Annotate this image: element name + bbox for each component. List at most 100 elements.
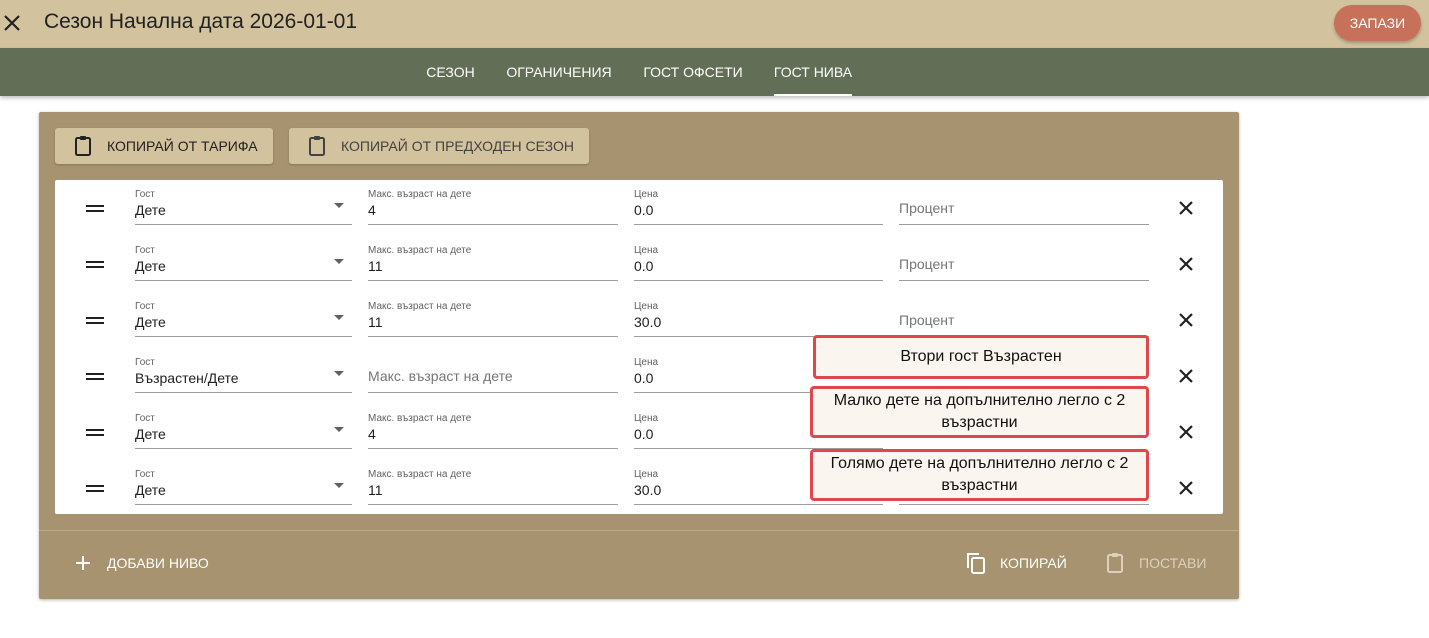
max-child-age-value: 11 — [368, 482, 383, 498]
copy-from-rate-button[interactable]: КОПИРАЙ ОТ ТАРИФА — [55, 128, 273, 164]
dropdown-arrow-icon — [334, 483, 344, 488]
price-value: 0.0 — [634, 426, 654, 442]
tab-season[interactable]: СЕЗОН — [426, 48, 475, 96]
price-field[interactable]: Цена 30.0 — [634, 298, 883, 337]
remove-level-close-icon[interactable] — [1175, 309, 1197, 331]
annotation-callout: Втори гост Възрастен — [813, 335, 1149, 379]
remove-level-close-icon[interactable] — [1175, 197, 1197, 219]
copy-from-prev-season-label: КОПИРАЙ ОТ ПРЕДХОДЕН СЕЗОН — [341, 138, 574, 154]
guest-levels-card: КОПИРАЙ ОТ ТАРИФА КОПИРАЙ ОТ ПРЕДХОДЕН С… — [39, 112, 1239, 599]
guest-label: Гост — [135, 357, 155, 368]
guest-label: Гост — [135, 469, 155, 480]
price-label: Цена — [634, 413, 659, 424]
max-child-age-label: Макс. възраст на дете — [368, 413, 472, 424]
guest-label: Гост — [135, 301, 155, 312]
close-icon[interactable] — [0, 8, 24, 38]
clipboard-icon — [71, 134, 95, 158]
price-value: 0.0 — [634, 202, 654, 218]
guest-select[interactable]: Гост Дете — [135, 410, 352, 449]
guest-value: Възрастен/Дете — [135, 370, 239, 386]
drag-handle-icon[interactable] — [86, 370, 104, 382]
drag-handle-icon[interactable] — [86, 482, 104, 494]
guest-select[interactable]: Гост Възрастен/Дете — [135, 354, 352, 393]
guest-value: Дете — [135, 482, 166, 498]
tab-guest-levels[interactable]: ГОСТ НИВА — [774, 48, 852, 96]
max-child-age-label: Макс. възраст на дете — [368, 245, 472, 256]
clipboard-icon — [1103, 551, 1127, 575]
guest-value: Дете — [135, 202, 166, 218]
guest-select[interactable]: Гост Дете — [135, 242, 352, 281]
max-child-age-field[interactable]: Макс. възраст на дете 11 — [368, 298, 618, 337]
price-label: Цена — [634, 301, 659, 312]
divider — [39, 530, 1239, 531]
guest-levels-list: Гост Дете Макс. възраст на дете 4 Цена 0… — [55, 180, 1223, 514]
page-title: Сезон Начална дата 2026-01-01 — [44, 10, 358, 33]
price-label: Цена — [634, 189, 659, 200]
remove-level-close-icon[interactable] — [1175, 477, 1197, 499]
tab-guest-offsets[interactable]: ГОСТ ОФСЕТИ — [643, 48, 743, 96]
drag-handle-icon[interactable] — [86, 258, 104, 270]
max-child-age-label: Макс. възраст на дете — [368, 301, 472, 312]
max-child-age-value: 4 — [368, 426, 376, 442]
max-child-age-value: 11 — [368, 258, 383, 274]
table-row: Гост Дете Макс. възраст на дете 4 Цена 0… — [55, 180, 1223, 236]
dropdown-arrow-icon — [334, 259, 344, 264]
percent-field[interactable]: Процент — [899, 298, 1149, 337]
paste-button[interactable]: ПОСТАВИ — [1103, 549, 1206, 577]
plus-icon — [71, 551, 95, 575]
guest-select[interactable]: Гост Дете — [135, 186, 352, 225]
save-button[interactable]: ЗАПАЗИ — [1334, 5, 1421, 41]
max-child-age-field[interactable]: Макс. възраст на дете 4 — [368, 186, 618, 225]
price-value: 0.0 — [634, 258, 654, 274]
percent-field[interactable]: Процент — [899, 186, 1149, 225]
drag-handle-icon[interactable] — [86, 202, 104, 214]
copy-icon — [964, 551, 988, 575]
max-child-age-label: Макс. възраст на дете — [368, 189, 472, 200]
annotation-callout: Малко дете на допълнително легло с 2 въз… — [810, 386, 1149, 438]
copy-button[interactable]: КОПИРАЙ — [964, 549, 1067, 577]
drag-handle-icon[interactable] — [86, 314, 104, 326]
clipboard-icon — [305, 134, 329, 158]
tab-restrictions[interactable]: ОГРАНИЧЕНИЯ — [506, 48, 612, 96]
price-field[interactable]: Цена 0.0 — [634, 186, 883, 225]
max-child-age-value: 11 — [368, 314, 383, 330]
percent-field[interactable]: Процент — [899, 242, 1149, 281]
copy-from-prev-season-button[interactable]: КОПИРАЙ ОТ ПРЕДХОДЕН СЕЗОН — [289, 128, 589, 164]
max-child-age-value: 4 — [368, 202, 376, 218]
max-child-age-field[interactable]: Макс. възраст на дете 11 — [368, 466, 618, 505]
paste-label: ПОСТАВИ — [1139, 555, 1207, 571]
price-label: Цена — [634, 469, 659, 480]
guest-value: Дете — [135, 258, 166, 274]
percent-placeholder: Процент — [899, 256, 955, 272]
max-child-age-field[interactable]: Макс. възраст на дете 4 — [368, 410, 618, 449]
dropdown-arrow-icon — [334, 371, 344, 376]
price-value: 30.0 — [634, 482, 662, 498]
max-child-age-field[interactable]: Макс. възраст на дете 11 — [368, 242, 618, 281]
max-child-age-field[interactable]: Макс. възраст на дете — [368, 354, 618, 393]
guest-label: Гост — [135, 413, 155, 424]
tab-bar: СЕЗОН ОГРАНИЧЕНИЯ ГОСТ ОФСЕТИ ГОСТ НИВА — [0, 48, 1429, 96]
percent-placeholder: Процент — [899, 312, 955, 328]
guest-value: Дете — [135, 426, 166, 442]
guest-select[interactable]: Гост Дете — [135, 466, 352, 505]
percent-placeholder: Процент — [899, 200, 955, 216]
price-value: 30.0 — [634, 314, 662, 330]
copy-label: КОПИРАЙ — [1000, 555, 1067, 571]
price-field[interactable]: Цена 0.0 — [634, 242, 883, 281]
remove-level-close-icon[interactable] — [1175, 365, 1197, 387]
dropdown-arrow-icon — [334, 203, 344, 208]
guest-label: Гост — [135, 189, 155, 200]
guest-value: Дете — [135, 314, 166, 330]
annotation-callout: Голямо дете на допълнително легло с 2 въ… — [810, 449, 1149, 501]
guest-select[interactable]: Гост Дете — [135, 298, 352, 337]
drag-handle-icon[interactable] — [86, 426, 104, 438]
price-value: 0.0 — [634, 370, 654, 386]
add-level-button[interactable]: ДОБАВИ НИВО — [71, 549, 209, 577]
add-level-label: ДОБАВИ НИВО — [107, 555, 209, 571]
max-child-age-label: Макс. възраст на дете — [368, 469, 472, 480]
copy-from-rate-label: КОПИРАЙ ОТ ТАРИФА — [107, 138, 258, 154]
top-bar: Сезон Начална дата 2026-01-01 ЗАПАЗИ — [0, 0, 1429, 48]
price-label: Цена — [634, 357, 659, 368]
remove-level-close-icon[interactable] — [1175, 421, 1197, 443]
remove-level-close-icon[interactable] — [1175, 253, 1197, 275]
